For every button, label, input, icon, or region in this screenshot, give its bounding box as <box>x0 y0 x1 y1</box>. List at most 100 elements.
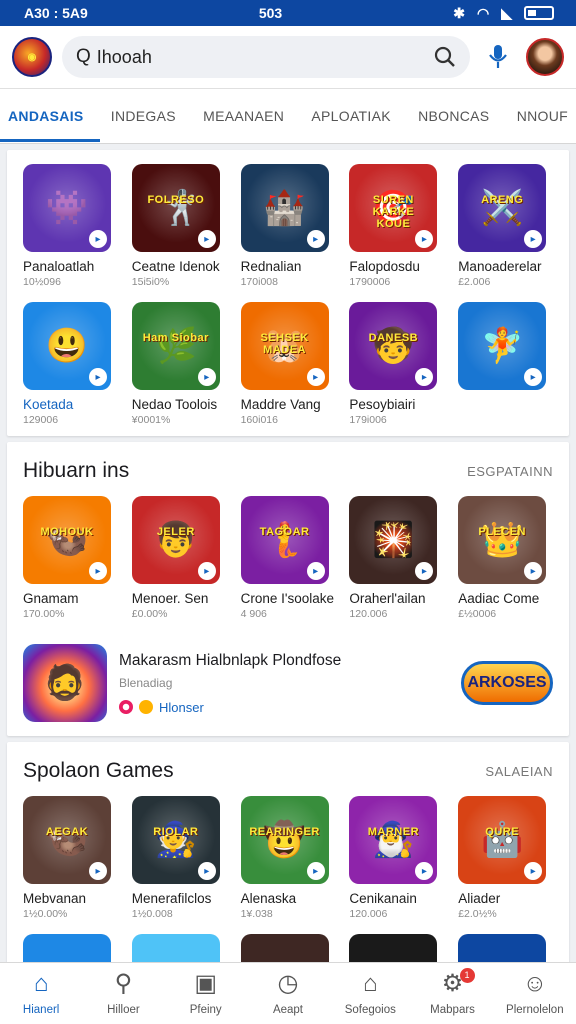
featured-app[interactable]: 🧔 Makarasm Hialbnlapk Plondfose Blenadia… <box>23 630 553 736</box>
app-thumbnail[interactable]: 🎇 ▸ <box>349 496 438 584</box>
section-more-link[interactable]: ESGPATAINN <box>467 464 553 479</box>
app-card[interactable]: 🧚 ▸ <box>458 302 550 426</box>
app-grid: 👾 ▸ Panaloatlah 10½096 🤺 FOLRESO ▸ Ceatne Ideno… <box>23 150 553 436</box>
bottom-nav: ⌂ Hianerl ⚲ Hilloer ▣ Pfeiny ◷ Aeapt ⌂ Sofegoios ⚙… <box>0 962 576 1024</box>
app-card[interactable]: 🤖 QURE ▸ Aliader £2.0½% <box>458 796 550 920</box>
avatar[interactable] <box>526 38 564 76</box>
app-name: Pesoybiairi <box>349 397 416 412</box>
app-rating: 170i008 <box>240 276 278 288</box>
partial-app-thumbnail[interactable] <box>131 934 220 964</box>
partial-app-thumbnail[interactable] <box>458 934 547 964</box>
app-card[interactable]: 🦦 MOHOUK ▸ Gnamam 170.00% <box>23 496 115 620</box>
app-card[interactable]: 🧙‍♂️ MARNER ▸ Cenikanain 120.006 <box>349 796 441 920</box>
app-thumbnail[interactable]: 🧒 DANESB ▸ <box>349 302 438 390</box>
app-name: Ceatne Idenok <box>131 259 220 274</box>
app-card[interactable]: 🏰 ▸ Rednalian 170i008 <box>240 164 333 288</box>
app-thumbnail[interactable]: 🤖 QURE ▸ <box>458 796 547 884</box>
nav-item-6[interactable]: ⚙ Mabpars 1 <box>413 967 493 1016</box>
app-name: Oraherl'ailan <box>349 591 426 606</box>
app-name: Maddre Vang <box>240 397 321 412</box>
nav-label: Pfeiny <box>189 1003 222 1016</box>
app-card[interactable]: 🎇 ▸ Oraherl'ailan 120.006 <box>349 496 441 620</box>
app-thumbnail[interactable]: 🦦 MOHOUK ▸ <box>23 496 111 584</box>
nav-item-2[interactable]: ⚲ Hilloer <box>83 969 163 1016</box>
nav-icon: ⚲ <box>114 969 133 997</box>
app-card[interactable]: 🧒 DANESB ▸ Pesoybiairi 179i006 <box>349 302 441 426</box>
featured-subtitle: Blenadiag <box>119 675 173 690</box>
game-art-icon: 🏰 <box>263 189 306 227</box>
mic-icon[interactable] <box>480 37 516 77</box>
app-logo[interactable]: ◉ <box>12 37 52 77</box>
thumbnail-logo-text: SUREN KARKE KOUE <box>372 194 415 230</box>
app-card[interactable]: 🦦 AEGAK ▸ Mebvanan 1½0.00% <box>23 796 115 920</box>
play-badge-icon: ▸ <box>306 862 325 880</box>
app-name: Alenaska <box>240 891 297 906</box>
section-more-link[interactable]: SALAEIAN <box>485 764 553 779</box>
play-badge-icon: ▸ <box>306 368 325 386</box>
app-thumbnail[interactable]: 🧚 ▸ <box>458 302 547 390</box>
nav-item-5[interactable]: ⌂ Sofegoios <box>330 971 410 1016</box>
app-card[interactable]: 😃 ▸ Koetada 129006 <box>23 302 115 426</box>
app-card[interactable]: 👦 JELER ▸ Menoer. Sen £0.00% <box>131 496 224 620</box>
search-box[interactable]: Q <box>62 36 470 78</box>
tab-3[interactable]: MEAANAEN <box>203 90 284 142</box>
tab-4[interactable]: APLOATIAK <box>311 90 390 142</box>
app-card[interactable]: 🌿 Ham Siobar ▸ Nedao Toolois ¥0001% <box>131 302 224 426</box>
nav-icon: ▣ <box>194 969 218 997</box>
app-card[interactable]: 🐹 SEHSEK MADEA ▸ Maddre Vang 160i016 <box>240 302 333 426</box>
tab-6[interactable]: NNOUF <box>517 90 568 142</box>
app-rating: £2.006 <box>458 276 491 288</box>
app-thumbnail[interactable]: 🧙‍♂️ MARNER ▸ <box>349 796 438 884</box>
partial-app-thumbnail[interactable] <box>23 934 111 964</box>
app-thumbnail[interactable]: 🤠 REARINGER ▸ <box>240 796 329 884</box>
app-name: Cenikanain <box>349 891 417 906</box>
app-thumbnail[interactable]: ⚔️ ARENG ▸ <box>458 164 547 252</box>
app-card[interactable]: 🎯 SUREN KARKE KOUE ▸ Falopdosdu 1790006 <box>349 164 441 288</box>
app-thumbnail[interactable]: 🧜 TAGOAR ▸ <box>240 496 329 584</box>
app-card[interactable]: 🧙 RIOLAR ▸ Menerafilclos 1½0.008 <box>131 796 224 920</box>
app-thumbnail[interactable]: 🎯 SUREN KARKE KOUE ▸ <box>349 164 438 252</box>
partial-app-thumbnail[interactable] <box>240 934 329 964</box>
app-thumbnail[interactable]: 🏰 ▸ <box>240 164 329 252</box>
app-name: Gnamam <box>23 591 79 606</box>
app-thumbnail[interactable]: 😃 ▸ <box>23 302 111 390</box>
tab-2[interactable]: INDEGAS <box>111 90 176 142</box>
app-thumbnail[interactable]: 👦 JELER ▸ <box>131 496 220 584</box>
app-thumbnail[interactable]: 👑 PLECEN ▸ <box>458 496 547 584</box>
game-art-icon: 😃 <box>45 327 89 365</box>
app-thumbnail[interactable]: 🤺 FOLRESO ▸ <box>131 164 220 252</box>
nav-item-1[interactable]: ⌂ Hianerl <box>1 971 81 1016</box>
wifi-icon: ◠ <box>477 4 490 21</box>
app-thumbnail[interactable]: 🐹 SEHSEK MADEA ▸ <box>240 302 329 390</box>
app-thumbnail[interactable]: 🌿 Ham Siobar ▸ <box>131 302 220 390</box>
thumbnail-logo-text: QURE <box>485 826 520 838</box>
app-card[interactable]: 🤠 REARINGER ▸ Alenaska 1¥.038 <box>240 796 333 920</box>
app-thumbnail[interactable]: 🦦 AEGAK ▸ <box>23 796 111 884</box>
app-card[interactable]: 👑 PLECEN ▸ Aadiac Come £½0006 <box>458 496 550 620</box>
search-icon[interactable] <box>434 46 456 68</box>
bluetooth-icon: ✱ <box>453 4 465 21</box>
featured-developer[interactable]: Hlonser <box>119 700 449 715</box>
tab-1[interactable]: ANDASAIS <box>0 90 99 142</box>
app-thumbnail[interactable]: 👾 ▸ <box>23 164 111 252</box>
section-spolaon: Spolaon Games SALAEIAN 🦦 AEGAK ▸ Mebvanan 1½… <box>7 742 569 964</box>
featured-thumbnail[interactable]: 🧔 <box>23 644 107 722</box>
app-name: Aliader <box>458 891 501 906</box>
partial-app-thumbnail[interactable] <box>349 934 438 964</box>
nav-item-3[interactable]: ▣ Pfeiny <box>166 969 246 1016</box>
app-name: Falopdosdu <box>349 259 420 274</box>
app-card[interactable]: 👾 ▸ Panaloatlah 10½096 <box>23 164 115 288</box>
nav-item-4[interactable]: ◷ Aeapt <box>248 971 328 1016</box>
app-card[interactable]: 🧜 TAGOAR ▸ Crone I'soolake 4 906 <box>240 496 334 620</box>
tab-5[interactable]: NBONCAS <box>418 90 489 142</box>
tab-bar: ANDASAIS INDEGAS MEAANAEN APLOATIAK NBON… <box>0 88 576 144</box>
app-card[interactable]: ⚔️ ARENG ▸ Manoaderelar £2.006 <box>458 164 550 288</box>
battery-icon <box>524 6 554 20</box>
search-input[interactable] <box>96 46 428 68</box>
nav-item-7[interactable]: ☺ Plernolelon <box>495 971 575 1016</box>
play-badge-icon: ▸ <box>89 862 107 880</box>
app-thumbnail[interactable]: 🧙 RIOLAR ▸ <box>131 796 220 884</box>
game-art-icon: 🎇 <box>372 521 415 559</box>
app-rating: 1½0.00% <box>23 908 68 920</box>
app-card[interactable]: 🤺 FOLRESO ▸ Ceatne Idenok 15i5i0% <box>131 164 224 288</box>
